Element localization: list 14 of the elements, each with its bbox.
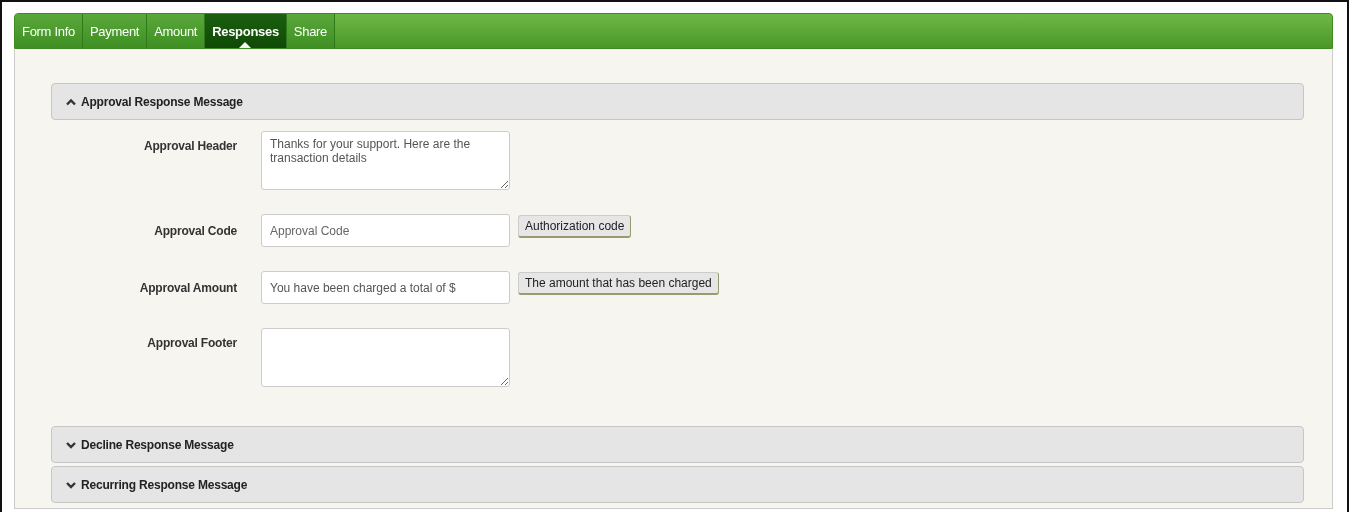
section-header[interactable]: Approval Response Message — [51, 83, 1304, 120]
field-label: Approval Header — [142, 138, 237, 153]
text-area[interactable] — [261, 328, 510, 387]
tab[interactable]: Responses — [205, 14, 287, 48]
section-header[interactable]: Recurring Response Message — [51, 466, 1304, 503]
field-label: Approval Footer — [146, 335, 237, 350]
text-area[interactable]: Thanks for your support. Here are the transaction details — [261, 131, 510, 190]
tooltip: The amount that has been charged — [518, 272, 719, 295]
tooltip: Authorization code — [518, 215, 632, 238]
field-label: Approval Code — [153, 223, 237, 238]
input-field[interactable]: You have been charged a total of $ — [261, 271, 510, 304]
section-header[interactable]: Decline Response Message — [51, 426, 1304, 463]
field-label: Approval Amount — [138, 280, 237, 295]
input-field[interactable]: Approval Code — [261, 214, 510, 247]
